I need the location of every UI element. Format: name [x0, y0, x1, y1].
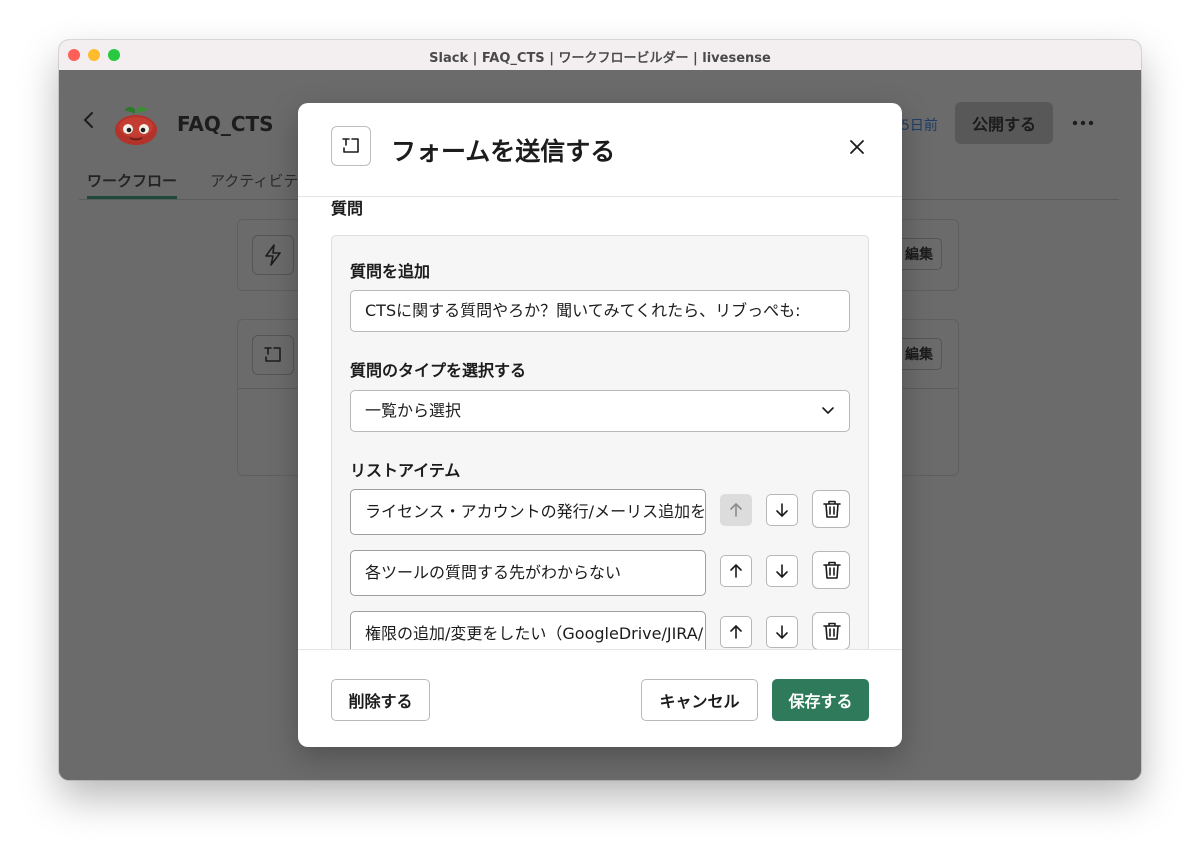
question-type-label: 質問のタイプを選択する — [350, 361, 527, 380]
trash-icon — [823, 500, 841, 518]
move-up-button[interactable] — [720, 555, 752, 587]
close-icon[interactable] — [847, 137, 867, 157]
publish-button[interactable]: 公開する — [955, 102, 1053, 144]
chevron-down-icon — [822, 407, 834, 414]
step-icon-box — [252, 335, 294, 375]
cancel-button[interactable]: キャンセル — [641, 679, 758, 721]
tab-activity[interactable]: アクティビテ — [210, 170, 300, 191]
question-type-select[interactable]: 一覧から選択 — [350, 390, 850, 432]
step-icon-box — [252, 235, 294, 275]
arrow-up-icon — [730, 503, 742, 517]
modal-footer: 削除する キャンセル 保存する — [298, 649, 902, 747]
list-item-input[interactable]: 権限の追加/変更をしたい（GoogleDrive/JIRA/ — [350, 611, 706, 649]
modal-header: フォームを送信する — [298, 103, 902, 197]
trash-icon — [823, 622, 841, 640]
delete-item-button[interactable] — [812, 612, 850, 649]
workflow-avatar — [115, 106, 157, 145]
move-up-button[interactable] — [720, 616, 752, 648]
question-type-value: 一覧から選択 — [365, 401, 462, 420]
modal-body[interactable]: 質問 質問を追加 CTSに関する質問やろか？聞いてみてくれたら、リブっぺも: 質… — [298, 197, 902, 649]
add-question-label: 質問を追加 — [350, 262, 431, 281]
lightning-icon — [265, 244, 281, 266]
arrow-up-icon — [730, 564, 742, 578]
form-icon — [342, 138, 359, 153]
delete-item-button[interactable] — [812, 551, 850, 589]
question-input[interactable]: CTSに関する質問やろか？聞いてみてくれたら、リブっぺも: — [350, 290, 850, 332]
tab-workflow[interactable]: ワークフロー — [87, 170, 177, 191]
back-arrow-icon[interactable] — [81, 110, 97, 130]
window-title: Slack | FAQ_CTS | ワークフロービルダー | livesense — [429, 51, 771, 66]
form-step-modal: フォームを送信する 質問 質問を追加 CTSに関する質問やろか？聞いてみてくれた… — [298, 103, 902, 747]
list-item-input[interactable]: 各ツールの質問する先がわからない — [350, 550, 706, 596]
arrow-down-icon — [776, 564, 788, 578]
last-updated-link[interactable]: 5日前 — [901, 115, 938, 135]
move-up-button[interactable] — [720, 494, 752, 526]
move-down-button[interactable] — [766, 616, 798, 648]
delete-item-button[interactable] — [812, 490, 850, 528]
move-down-button[interactable] — [766, 555, 798, 587]
title-bar: Slack | FAQ_CTS | ワークフロービルダー | livesense — [59, 40, 1141, 71]
section-label-questions: 質問 — [331, 199, 364, 218]
list-item-input[interactable]: ライセンス・アカウントの発行/メーリス追加を — [350, 489, 706, 535]
move-down-button[interactable] — [766, 494, 798, 526]
question-panel: 質問を追加 CTSに関する質問やろか？聞いてみてくれたら、リブっぺも: 質問のタ… — [331, 235, 869, 649]
arrow-down-icon — [776, 625, 788, 639]
trash-icon — [823, 561, 841, 579]
arrow-down-icon — [776, 503, 788, 517]
list-items-label: リストアイテム — [350, 461, 461, 480]
modal-title: フォームを送信する — [391, 137, 616, 166]
form-icon — [264, 347, 281, 362]
more-options-icon[interactable] — [1072, 120, 1094, 126]
workflow-name: FAQ_CTS — [177, 112, 274, 136]
arrow-up-icon — [730, 625, 742, 639]
delete-step-button[interactable]: 削除する — [331, 679, 430, 721]
save-button[interactable]: 保存する — [772, 679, 869, 721]
modal-icon-box — [331, 126, 371, 166]
